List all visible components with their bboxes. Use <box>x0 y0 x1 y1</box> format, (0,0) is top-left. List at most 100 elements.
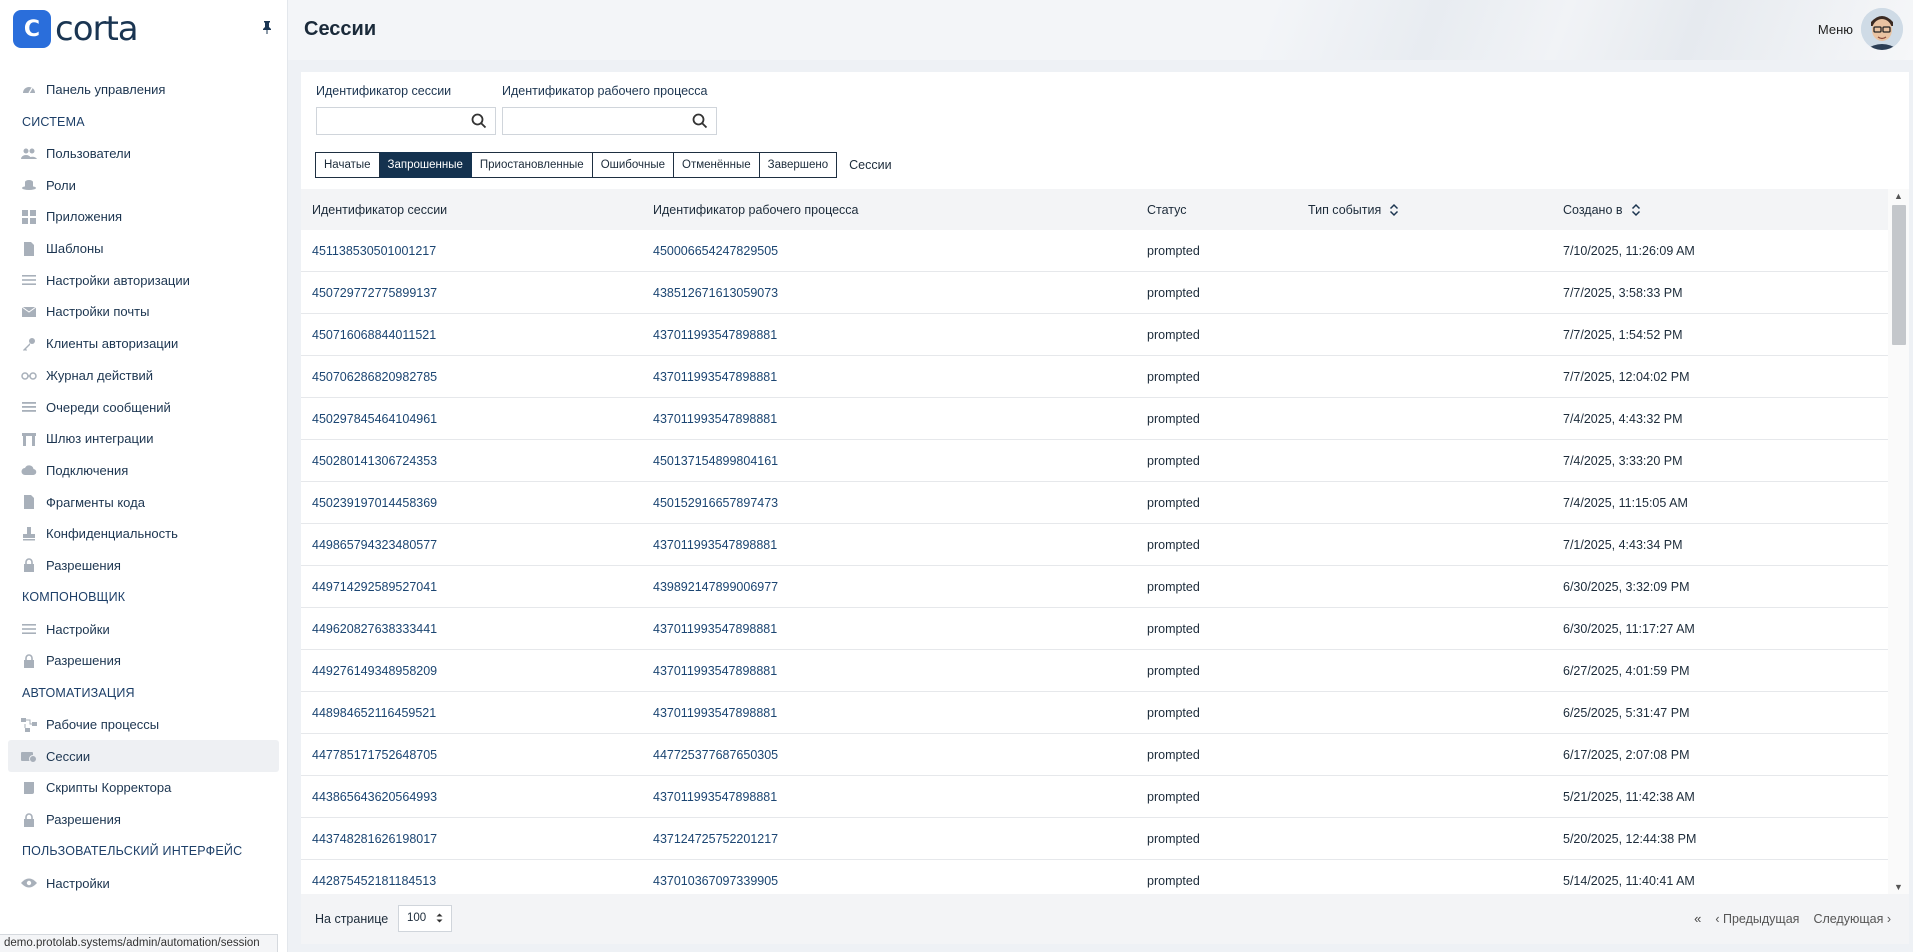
sidebar-item[interactable]: Подключения <box>8 455 279 487</box>
sidebar-section-title: СИСТЕМА <box>22 114 85 129</box>
workflow-id-link[interactable]: 439892147899006977 <box>642 580 1136 594</box>
session-id-link[interactable]: 450280141306724353 <box>301 454 642 468</box>
status-tab[interactable]: Завершено <box>759 152 838 178</box>
sidebar-item-label: Настройки <box>46 621 110 637</box>
table-row[interactable]: 448984652116459521 437011993547898881 prom… <box>301 692 1895 734</box>
session-id-input[interactable] <box>316 107 496 135</box>
session-id-link[interactable]: 450716068844011521 <box>301 328 642 342</box>
session-id-link[interactable]: 443748281626198017 <box>301 832 642 846</box>
status-tab[interactable]: Начатые <box>315 152 380 178</box>
session-id-link[interactable]: 450239197014458369 <box>301 496 642 510</box>
table-row[interactable]: 443748281626198017 437124725752201217 prom… <box>301 818 1895 860</box>
avatar[interactable] <box>1861 8 1903 50</box>
session-id-link[interactable]: 449865794323480577 <box>301 538 642 552</box>
table-row[interactable]: 450706286820982785 437011993547898881 prom… <box>301 356 1895 398</box>
sidebar-item[interactable]: Настройки авторизации <box>8 264 279 296</box>
workflow-id-link[interactable]: 437011993547898881 <box>642 622 1136 636</box>
sidebar-item[interactable]: Шлюз интеграции <box>8 423 279 455</box>
status-tab[interactable]: Запрошенные <box>379 152 472 178</box>
pin-icon[interactable] <box>261 20 273 37</box>
sidebar-item[interactable]: Разрешения <box>8 550 279 582</box>
workflow-id-input[interactable] <box>502 107 717 135</box>
sidebar-item[interactable]: Пользователи <box>8 138 279 170</box>
status-tab[interactable]: Приостановленные <box>471 152 593 178</box>
sidebar-item[interactable]: Приложения <box>8 201 279 233</box>
sidebar-item-label: Подключения <box>46 462 129 478</box>
workflow-id-link[interactable]: 437011993547898881 <box>642 790 1136 804</box>
sidebar-item[interactable]: Сессии <box>8 740 279 773</box>
workflow-id-link[interactable]: 437011993547898881 <box>642 412 1136 426</box>
sidebar-item[interactable]: Клиенты авторизации <box>8 328 279 360</box>
scroll-thumb[interactable] <box>1892 205 1906 345</box>
status-tab[interactable]: Ошибочные <box>592 152 675 178</box>
workflow-id-link[interactable]: 438512671613059073 <box>642 286 1136 300</box>
table-row[interactable]: 447785171752648705 447725377687650305 prom… <box>301 734 1895 776</box>
session-id-link[interactable]: 450297845464104961 <box>301 412 642 426</box>
column-header: Идентификатор рабочего процесса <box>642 203 1136 217</box>
sidebar-item[interactable]: Очереди сообщений <box>8 391 279 423</box>
table-row[interactable]: 450729772775899137 438512671613059073 prom… <box>301 272 1895 314</box>
session-id-link[interactable]: 447785171752648705 <box>301 748 642 762</box>
next-page-button[interactable]: Следующая › <box>1813 912 1891 926</box>
session-id-link[interactable]: 449276149348958209 <box>301 664 642 678</box>
workflow-id-link[interactable]: 437124725752201217 <box>642 832 1136 846</box>
sidebar-item[interactable]: Фрагменты кода <box>8 486 279 518</box>
first-page-button[interactable]: « <box>1694 911 1701 926</box>
workflow-id-link[interactable]: 450152916657897473 <box>642 496 1136 510</box>
workflow-id-link[interactable]: 447725377687650305 <box>642 748 1136 762</box>
status-tab[interactable]: Отменённые <box>674 152 760 178</box>
column-header[interactable]: Создано в <box>1552 203 1882 217</box>
workflow-id-link[interactable]: 437011993547898881 <box>642 328 1136 342</box>
sidebar-item[interactable]: Скрипты Корректора <box>8 772 279 804</box>
session-id-link[interactable]: 450706286820982785 <box>301 370 642 384</box>
table-row[interactable]: 443865643620564993 437011993547898881 prom… <box>301 776 1895 818</box>
search-icon[interactable] <box>692 113 708 129</box>
table-row[interactable]: 449620827638333441 437011993547898881 prom… <box>301 608 1895 650</box>
workflow-id-link[interactable]: 437011993547898881 <box>642 370 1136 384</box>
table-row[interactable]: 449865794323480577 437011993547898881 prom… <box>301 524 1895 566</box>
sidebar-item[interactable]: Панель управления <box>8 74 279 106</box>
session-id-link[interactable]: 450729772775899137 <box>301 286 642 300</box>
workflow-id-link[interactable]: 437010367097339905 <box>642 874 1136 888</box>
sidebar-item[interactable]: Настройки почты <box>8 296 279 328</box>
sidebar-item[interactable]: Разрешения <box>8 645 279 677</box>
search-icon[interactable] <box>471 113 487 129</box>
sidebar-item[interactable]: Настройки <box>8 867 279 899</box>
table-row[interactable]: 449276149348958209 437011993547898881 prom… <box>301 650 1895 692</box>
table-scrollbar[interactable]: ▲ ▼ <box>1888 189 1909 894</box>
table-row[interactable]: 450280141306724353 450137154899804161 prom… <box>301 440 1895 482</box>
menu-button[interactable]: Меню <box>1818 22 1853 37</box>
session-id-link[interactable]: 449620827638333441 <box>301 622 642 636</box>
per-page-select[interactable]: 100 <box>398 905 452 932</box>
table-row[interactable]: 450716068844011521 437011993547898881 prom… <box>301 314 1895 356</box>
table-row[interactable]: 450239197014458369 450152916657897473 prom… <box>301 482 1895 524</box>
column-header[interactable]: Тип события <box>1297 203 1552 217</box>
prev-page-button[interactable]: ‹ Предыдущая <box>1715 912 1799 926</box>
table-row[interactable]: 450297845464104961 437011993547898881 prom… <box>301 398 1895 440</box>
sidebar-item[interactable]: Разрешения <box>8 804 279 836</box>
workflow-id-link[interactable]: 450006654247829505 <box>642 244 1136 258</box>
logo[interactable]: C corta <box>0 0 287 58</box>
session-id-link[interactable]: 442875452181184513 <box>301 874 642 888</box>
sidebar-item[interactable]: Шаблоны <box>8 233 279 265</box>
sidebar-item[interactable]: Роли <box>8 169 279 201</box>
sidebar-item[interactable]: Конфиденциальность <box>8 518 279 550</box>
session-id-link[interactable]: 451138530501001217 <box>301 244 642 258</box>
scroll-up-icon[interactable]: ▲ <box>1894 191 1903 201</box>
workflow-id-link[interactable]: 437011993547898881 <box>642 538 1136 552</box>
workflow-id-link[interactable]: 437011993547898881 <box>642 664 1136 678</box>
table-row[interactable]: 451138530501001217 450006654247829505 prom… <box>301 230 1895 272</box>
session-id-link[interactable]: 448984652116459521 <box>301 706 642 720</box>
sidebar-item[interactable]: Журнал действий <box>8 360 279 392</box>
table-row[interactable]: 442875452181184513 437010367097339905 prom… <box>301 860 1895 894</box>
session-id-link[interactable]: 449714292589527041 <box>301 580 642 594</box>
sort-icon[interactable] <box>1389 203 1399 217</box>
sidebar-item[interactable]: Рабочие процессы <box>8 709 279 741</box>
session-id-link[interactable]: 443865643620564993 <box>301 790 642 804</box>
sort-icon[interactable] <box>1631 203 1641 217</box>
table-row[interactable]: 449714292589527041 439892147899006977 prom… <box>301 566 1895 608</box>
workflow-id-link[interactable]: 437011993547898881 <box>642 706 1136 720</box>
workflow-id-link[interactable]: 450137154899804161 <box>642 454 1136 468</box>
scroll-down-icon[interactable]: ▼ <box>1894 882 1903 892</box>
sidebar-item[interactable]: Настройки <box>8 613 279 645</box>
